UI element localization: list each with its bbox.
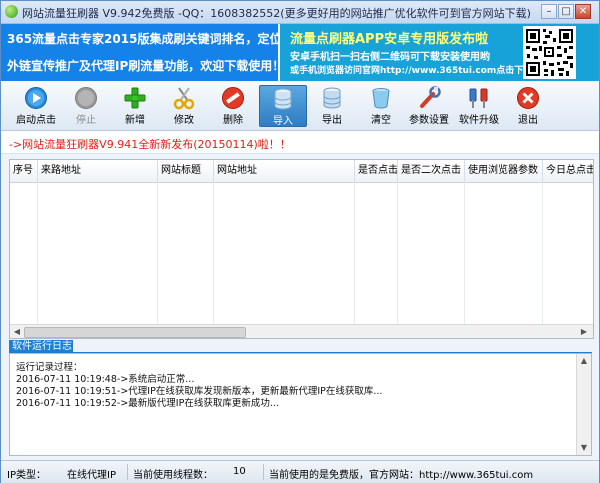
scrollbar-thumb[interactable] xyxy=(24,327,246,338)
column-divider xyxy=(37,182,38,324)
play-icon xyxy=(25,87,47,109)
app-release-subline: 安卓手机扫一扫右侧二维码可下载安装使用哟 xyxy=(290,52,490,63)
tools-icon xyxy=(469,88,488,108)
threads-label: 当前使用线程数： xyxy=(133,470,213,481)
promo-banner-left[interactable]: 365流量点击专家2015版集成刷关键词排名，定位点击输入， 外链宣传推广及代理… xyxy=(1,24,341,81)
column-header-browser-params[interactable]: 使用浏览器参数 xyxy=(465,160,543,182)
delete-label: 删除 xyxy=(223,115,243,126)
qr-code-icon xyxy=(523,26,576,79)
column-divider xyxy=(542,182,543,324)
settings-label: 参数设置 xyxy=(409,115,449,126)
scroll-right-arrow-icon[interactable]: ▶ xyxy=(579,327,589,337)
app-release-headline: 流量点刷器APP安卓专用版发布啦 xyxy=(290,32,489,47)
column-header-site-url[interactable]: 网站地址 xyxy=(214,160,355,182)
table-header: 序号 来路地址 网站标题 网站地址 是否点击 是否二次点击 使用浏览器参数 今日… xyxy=(10,160,593,183)
log-line: 2016-07-11 10:19:52->最新版代理IP在线获取库更新成功... xyxy=(16,398,279,409)
upgrade-label: 软件升级 xyxy=(459,115,499,126)
export-button[interactable]: 导出 xyxy=(308,85,356,127)
main-toolbar: 启动点击 停止 新增 修改 删除 导入 导出 清空 参数设置 软件升级 退出 xyxy=(1,82,599,131)
stop-circle-icon xyxy=(75,87,97,109)
column-divider xyxy=(354,182,355,324)
scissors-icon xyxy=(173,87,195,110)
upgrade-button[interactable]: 软件升级 xyxy=(455,85,503,127)
threads-value: 10 xyxy=(233,466,246,477)
url-table[interactable]: 序号 来路地址 网站标题 网站地址 是否点击 是否二次点击 使用浏览器参数 今日… xyxy=(9,159,594,339)
start-click-button[interactable]: 启动点击 xyxy=(12,85,60,127)
start-click-label: 启动点击 xyxy=(16,115,56,126)
bucket-icon xyxy=(372,88,390,109)
column-header-second-click[interactable]: 是否二次点击 xyxy=(398,160,465,182)
column-divider xyxy=(397,182,398,324)
app-icon xyxy=(5,5,18,18)
import-label: 导入 xyxy=(273,116,293,127)
scroll-left-arrow-icon[interactable]: ◀ xyxy=(12,327,22,337)
app-release-url: 或手机浏览器访问官网http://www.365tui.com点击下载安装 xyxy=(290,66,551,76)
close-circle-icon xyxy=(517,87,539,109)
table-horizontal-scrollbar[interactable]: ◀ ▶ xyxy=(10,324,593,338)
edit-label: 修改 xyxy=(174,115,194,126)
settings-button[interactable]: 参数设置 xyxy=(405,85,453,127)
database-icon xyxy=(323,87,341,109)
clear-button[interactable]: 清空 xyxy=(357,85,405,127)
close-button[interactable]: ✕ xyxy=(575,4,591,19)
promo-banner-right[interactable]: 流量点刷器APP安卓专用版发布啦 安卓手机扫一扫右侧二维码可下载安装使用哟 或手… xyxy=(280,24,599,81)
ip-type-value: 在线代理IP xyxy=(67,470,116,481)
exit-button[interactable]: 退出 xyxy=(504,85,552,127)
announcement-bar[interactable]: ->网站流量狂刷器V9.941全新新发布(20150114)啦！！ xyxy=(1,131,599,154)
version-notice: 当前使用的是免费版，官方网站：http://www.365tui.com xyxy=(269,470,534,481)
maximize-button[interactable]: □ xyxy=(558,4,574,19)
export-label: 导出 xyxy=(322,115,342,126)
delete-button[interactable]: 删除 xyxy=(209,85,257,127)
column-header-referrer[interactable]: 来路地址 xyxy=(38,160,158,182)
column-divider xyxy=(464,182,465,324)
no-entry-icon xyxy=(222,87,244,109)
database-icon xyxy=(274,88,292,110)
main-window: 网站流量狂刷器 V9.942免费版 -QQ：1608382552(更多更好用的网… xyxy=(0,0,600,483)
scroll-up-arrow-icon[interactable]: ▲ xyxy=(579,356,589,366)
scroll-down-arrow-icon[interactable]: ▼ xyxy=(579,443,589,453)
column-header-site-title[interactable]: 网站标题 xyxy=(158,160,214,182)
plus-icon xyxy=(124,87,146,109)
promo-text-line2: 外链宣传推广及代理IP刷流量功能，欢迎下载使用！ xyxy=(7,59,285,73)
column-divider xyxy=(157,182,158,324)
stop-button[interactable]: 停止 xyxy=(62,85,110,127)
column-header-today-clicks[interactable]: 今日总点击 xyxy=(543,160,593,182)
clear-label: 清空 xyxy=(371,115,391,126)
window-title: 网站流量狂刷器 V9.942免费版 -QQ：1608382552(更多更好用的网… xyxy=(22,7,531,20)
status-separator xyxy=(263,464,264,480)
announcement-text: ->网站流量狂刷器V9.941全新新发布(20150114)啦！！ xyxy=(9,138,291,151)
exit-label: 退出 xyxy=(518,115,538,126)
stop-label: 停止 xyxy=(76,115,96,126)
add-label: 新增 xyxy=(125,115,145,126)
log-vertical-scrollbar[interactable]: ▲ ▼ xyxy=(576,354,591,455)
column-header-index[interactable]: 序号 xyxy=(10,160,38,182)
edit-button[interactable]: 修改 xyxy=(160,85,208,127)
minimize-button[interactable]: – xyxy=(541,4,557,19)
ip-type-label: IP类型： xyxy=(7,470,46,481)
column-header-clicked[interactable]: 是否点击 xyxy=(355,160,398,182)
wrench-icon xyxy=(420,86,441,108)
column-divider xyxy=(213,182,214,324)
add-button[interactable]: 新增 xyxy=(111,85,159,127)
log-panel[interactable]: 运行记录过程： 2016-07-11 10:19:48->系统启动正常... 2… xyxy=(9,353,592,456)
status-separator xyxy=(127,464,128,480)
import-button[interactable]: 导入 xyxy=(259,85,307,127)
status-bar: IP类型： 在线代理IP 当前使用线程数： 10 当前使用的是免费版，官方网站：… xyxy=(1,460,599,483)
title-bar[interactable]: 网站流量狂刷器 V9.942免费版 -QQ：1608382552(更多更好用的网… xyxy=(1,1,599,24)
log-tab[interactable]: 软件运行日志 xyxy=(9,340,73,353)
